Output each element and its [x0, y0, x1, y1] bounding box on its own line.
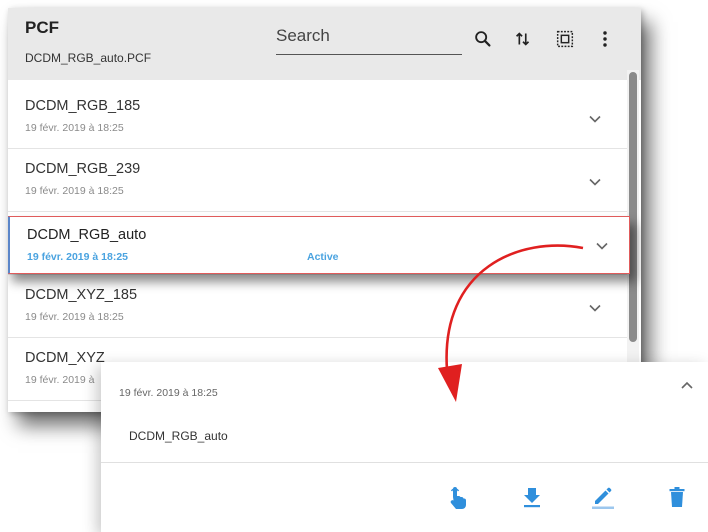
- item-name: DCDM_XYZ: [25, 350, 105, 366]
- status-badge: Active: [307, 251, 339, 263]
- app-bar: PCF DCDM_RGB_auto.PCF: [8, 8, 641, 80]
- item-date: 19 févr. 2019 à 18:25: [25, 185, 124, 197]
- list-item[interactable]: DCDM_RGB_239 19 févr. 2019 à 18:25: [8, 149, 628, 212]
- more-vert-icon[interactable]: [594, 28, 616, 50]
- page-subtitle: DCDM_RGB_auto.PCF: [25, 51, 152, 65]
- chevron-down-icon[interactable]: [595, 239, 609, 253]
- sort-icon[interactable]: [512, 28, 534, 50]
- chevron-down-icon[interactable]: [588, 112, 602, 126]
- item-date: 19 févr. 2019 à: [25, 374, 95, 386]
- activate-icon[interactable]: [445, 484, 469, 510]
- pcf-list: DCDM_RGB_185 19 févr. 2019 à 18:25 DCDM_…: [8, 86, 630, 401]
- chevron-up-icon[interactable]: [679, 378, 695, 394]
- list-item[interactable]: DCDM_RGB_185 19 févr. 2019 à 18:25: [8, 86, 628, 149]
- list-item-active[interactable]: DCDM_RGB_auto 19 févr. 2019 à 18:25 Acti…: [8, 216, 630, 274]
- pcf-window: PCF DCDM_RGB_auto.PCF DCDM_RGB_185 19 fé…: [8, 8, 641, 412]
- select-all-icon[interactable]: [554, 28, 576, 50]
- search-icon[interactable]: [472, 28, 494, 50]
- search-input[interactable]: [276, 26, 456, 46]
- item-name: DCDM_RGB_auto: [27, 227, 147, 243]
- list-item[interactable]: DCDM_XYZ_185 19 févr. 2019 à 18:25: [8, 275, 628, 338]
- page-title: PCF: [25, 18, 59, 37]
- delete-icon[interactable]: [665, 484, 689, 510]
- search-field[interactable]: [276, 26, 462, 55]
- item-date: 19 févr. 2019 à 18:25: [25, 122, 124, 134]
- item-date: 19 févr. 2019 à 18:25: [27, 251, 129, 263]
- detail-panel: 19 févr. 2019 à 18:25 DCDM_RGB_auto: [101, 362, 708, 532]
- item-name: DCDM_XYZ_185: [25, 287, 138, 303]
- scrollbar-thumb[interactable]: [629, 72, 637, 342]
- divider: [101, 462, 708, 463]
- chevron-down-icon[interactable]: [588, 301, 602, 315]
- item-name: DCDM_RGB_239: [25, 161, 141, 177]
- detail-name: DCDM_RGB_auto: [129, 429, 228, 443]
- download-icon[interactable]: [520, 484, 544, 510]
- item-name: DCDM_RGB_185: [25, 98, 141, 114]
- chevron-down-icon[interactable]: [588, 175, 602, 189]
- item-date: 19 févr. 2019 à 18:25: [25, 311, 124, 323]
- edit-icon[interactable]: [591, 484, 615, 510]
- detail-date: 19 févr. 2019 à 18:25: [119, 387, 218, 399]
